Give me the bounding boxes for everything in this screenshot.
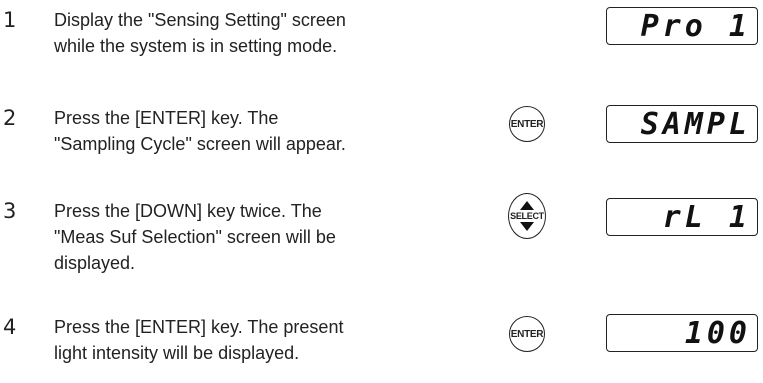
select-key-label: SELECT [510, 211, 544, 221]
lcd-display: 100 [606, 314, 758, 352]
instruction-line: "Meas Suf Selection" screen will be [54, 227, 336, 247]
instruction-line: "Sampling Cycle" screen will appear. [54, 134, 346, 154]
instruction-line: while the system is in setting mode. [54, 36, 338, 56]
step-instruction: Press the [ENTER] key. The "Sampling Cyc… [54, 105, 454, 157]
instruction-line: Press the [ENTER] key. The present [54, 317, 344, 337]
enter-key-icon: ENTER [509, 316, 545, 352]
lcd-display: Pro 1 [606, 7, 758, 45]
instruction-line: light intensity will be displayed. [54, 343, 300, 363]
step-number: 3 [3, 199, 17, 223]
lcd-display: SAMPL [606, 105, 758, 143]
step-number: 4 [3, 315, 17, 339]
instruction-line: Press the [ENTER] key. The [54, 108, 279, 128]
up-down-select-key-icon: SELECT [508, 193, 546, 239]
instruction-line: Display the "Sensing Setting" screen [54, 10, 346, 30]
step-number: 2 [3, 106, 17, 130]
enter-key-icon: ENTER [509, 106, 545, 142]
instruction-line: displayed. [54, 253, 136, 273]
step-number: 1 [3, 8, 17, 32]
up-arrow-icon [520, 201, 534, 210]
step-instruction: Press the [ENTER] key. The present light… [54, 314, 454, 366]
step-instruction: Press the [DOWN] key twice. The "Meas Su… [54, 198, 454, 276]
instruction-line: Press the [DOWN] key twice. The [54, 201, 322, 221]
lcd-display: rL 1 [606, 198, 758, 236]
step-instruction: Display the "Sensing Setting" screen whi… [54, 7, 454, 59]
down-arrow-icon [520, 222, 534, 231]
